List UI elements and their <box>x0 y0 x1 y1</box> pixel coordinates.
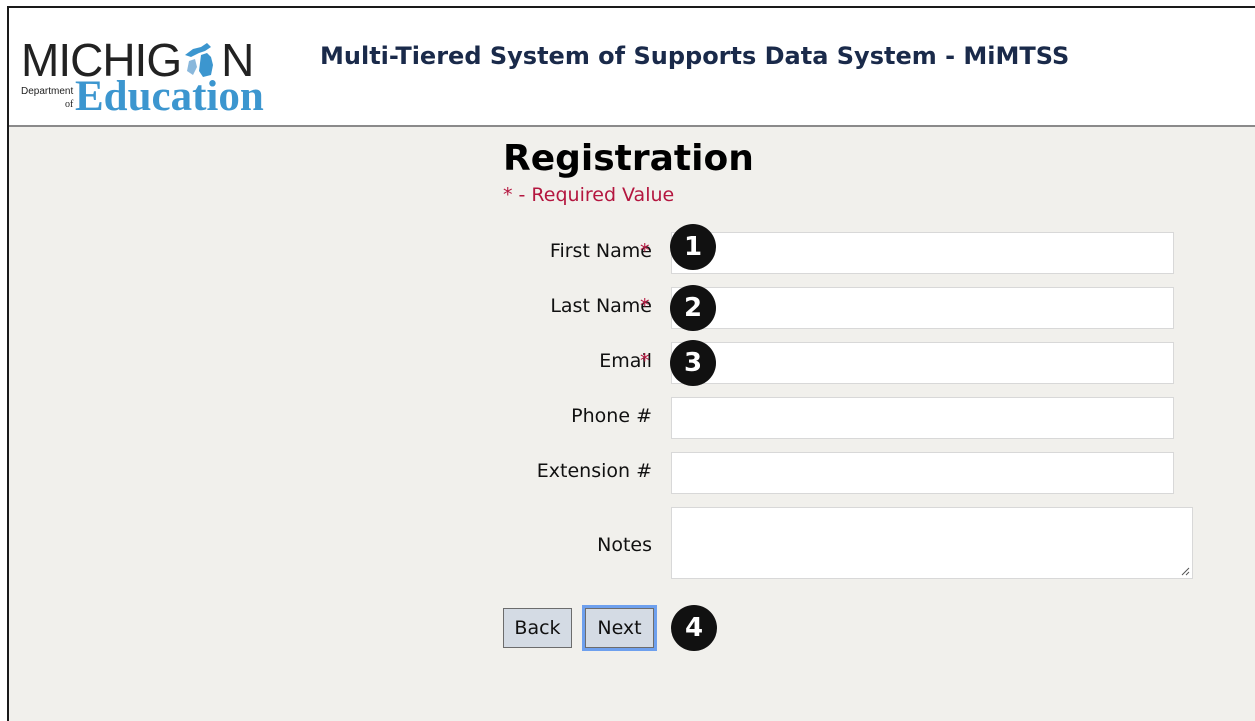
site-header: MICHIG N Department of Education Multi-Ti… <box>9 8 1255 127</box>
first-name-required-mark: * <box>640 240 650 262</box>
notes-textarea[interactable] <box>671 507 1193 579</box>
back-button[interactable]: Back <box>503 608 572 648</box>
last-name-required-mark: * <box>640 295 650 317</box>
extension-field[interactable] <box>671 452 1174 494</box>
page-title: Registration <box>503 138 754 179</box>
last-name-label: Last Name <box>550 295 652 317</box>
step-marker-1: 1 <box>670 224 716 270</box>
logo-department-text: Department <box>21 86 74 97</box>
notes-label: Notes <box>597 534 652 556</box>
logo-education-wordmark: Education <box>75 73 264 120</box>
logo-of-text: of <box>65 99 74 110</box>
email-required-mark: * <box>640 350 650 372</box>
phone-field[interactable] <box>671 397 1174 439</box>
resize-grip-icon[interactable] <box>1180 566 1190 576</box>
extension-label: Extension # <box>536 460 652 482</box>
first-name-field[interactable] <box>671 232 1174 274</box>
last-name-field[interactable] <box>671 287 1174 329</box>
email-field[interactable] <box>671 342 1174 384</box>
first-name-label: First Name <box>549 240 652 262</box>
app-title: Multi-Tiered System of Supports Data Sys… <box>320 42 1070 70</box>
phone-label: Phone # <box>571 405 652 427</box>
step-marker-4: 4 <box>671 605 717 651</box>
required-value-note: * - Required Value <box>503 184 675 206</box>
step-marker-2: 2 <box>670 285 716 331</box>
step-marker-3: 3 <box>670 340 716 386</box>
michigan-education-logo: MICHIG N Department of Education <box>19 11 289 120</box>
next-button[interactable]: Next <box>585 608 654 648</box>
page-frame: MICHIG N Department of Education Multi-Ti… <box>7 6 1255 721</box>
